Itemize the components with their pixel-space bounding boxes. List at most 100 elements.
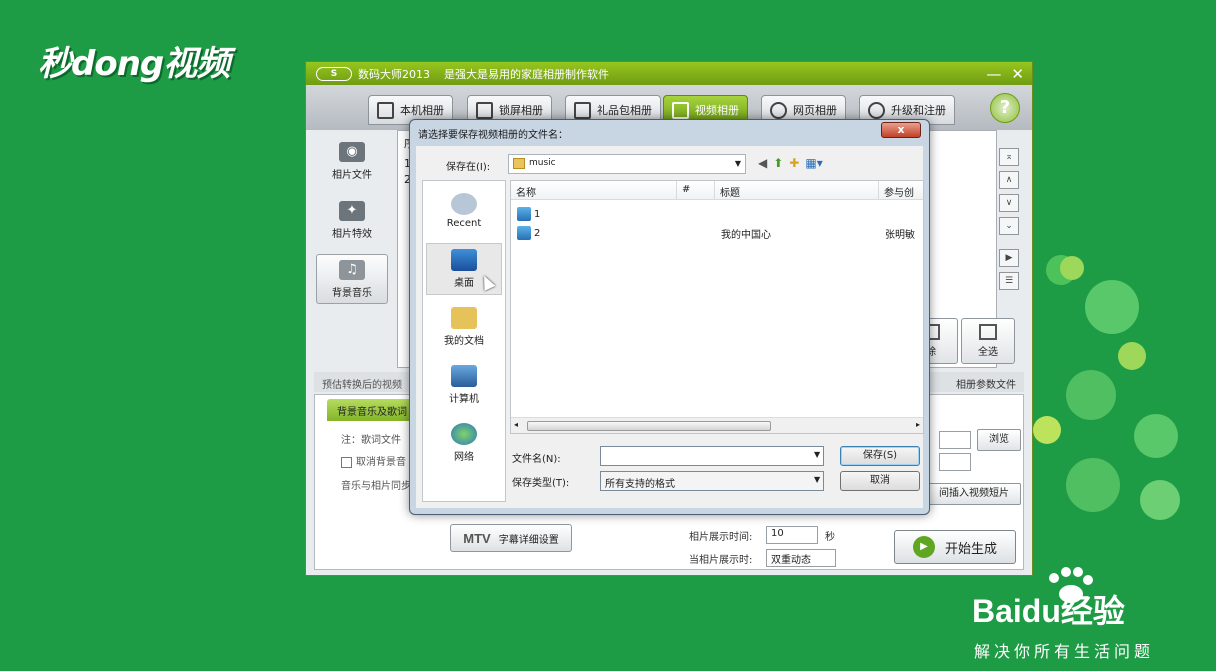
decor-circle [1134, 414, 1178, 458]
nav-photo-files[interactable]: ◉ 相片文件 [316, 136, 388, 186]
monitor-icon [476, 101, 493, 119]
network-globe-icon [451, 423, 477, 445]
person-icon [377, 101, 394, 119]
column-number[interactable]: # [677, 181, 715, 200]
decor-circle [1033, 416, 1061, 444]
dialog-toolbar: ◀ ⬆ ✚ ▦▾ [758, 156, 823, 170]
mtv-subtitle-settings-button[interactable]: MTV 字幕详细设置 [450, 524, 572, 552]
lyrics-note: 注：歌词文件 [341, 435, 401, 446]
nav-background-music[interactable]: ♫ 背景音乐 [316, 254, 388, 304]
minimize-button[interactable]: — [986, 65, 1001, 83]
option-select[interactable] [939, 453, 971, 471]
up-folder-icon[interactable]: ⬆ [773, 156, 783, 170]
display-time-input[interactable]: 10 [766, 526, 818, 544]
scrollbar-thumb[interactable] [527, 421, 771, 431]
column-title[interactable]: 标题 [715, 181, 879, 200]
view-menu-icon[interactable]: ▦▾ [805, 156, 822, 170]
decor-circle [1060, 256, 1084, 280]
horizontal-scrollbar[interactable]: ◂ ▸ [511, 417, 923, 433]
save-dialog: 请选择要保存视频相册的文件名： x 保存在(I): music ▼ ◀ ⬆ ✚ … [409, 119, 930, 515]
column-name[interactable]: 名称 [511, 181, 677, 200]
back-icon[interactable]: ◀ [758, 156, 767, 170]
column-artist[interactable]: 参与创 [879, 181, 923, 200]
scroll-right-icon[interactable]: ▸ [916, 420, 920, 429]
watermark-logo: 秒dong视频 [38, 44, 230, 84]
filename-input[interactable] [600, 446, 824, 466]
chevron-down-icon[interactable]: ▼ [814, 475, 820, 484]
title-bar: S 数码大师2013 是强大是易用的家庭相册制作软件 — ✕ [306, 62, 1032, 85]
new-folder-icon[interactable]: ✚ [789, 156, 799, 170]
play-button[interactable]: ▶ [999, 249, 1019, 267]
recent-icon [451, 193, 477, 215]
move-up-button[interactable]: ∧ [999, 171, 1019, 189]
estimate-label: 预估转换后的视频 [322, 380, 402, 391]
nav-photo-effects[interactable]: ✦ 相片特效 [316, 195, 388, 245]
help-button[interactable]: ? [990, 93, 1020, 123]
save-button[interactable]: 保存(S) [840, 446, 920, 466]
baidu-paw-icon [1049, 567, 1093, 603]
filetype-select[interactable]: 所有支持的格式 [600, 471, 824, 491]
app-logo-icon: S [316, 66, 352, 81]
path-input[interactable] [939, 431, 971, 449]
file-row[interactable]: 2 我的中国心 张明敏 [517, 224, 917, 242]
decor-circle [1066, 458, 1120, 512]
file-list[interactable]: 名称 # 标题 参与创 1 2 我的中国心 张明敏 ◂ ▸ [510, 180, 924, 434]
mp3-file-icon [517, 226, 531, 240]
cancel-bgm-checkbox[interactable]: 取消背景音 [341, 453, 406, 468]
close-button[interactable]: ✕ [1011, 65, 1024, 83]
place-recent[interactable]: Recent [426, 185, 502, 237]
documents-folder-icon [451, 307, 477, 329]
mp3-file-icon [517, 207, 531, 221]
grid-icon [979, 324, 997, 340]
dialog-close-button[interactable]: x [881, 122, 921, 138]
seconds-label: 秒 [825, 532, 835, 543]
gift-icon [574, 101, 591, 119]
file-title: 我的中国心 [721, 230, 771, 241]
details-button[interactable]: ☰ [999, 272, 1019, 290]
checkbox-box [341, 456, 352, 468]
tab-bgm-lyrics[interactable]: 背景音乐及歌词 [327, 399, 417, 421]
album-params-dropdown[interactable]: 相册参数文件 [956, 376, 1016, 391]
baidu-slogan: 解决你所有生活问题 [974, 642, 1155, 661]
chevron-down-icon[interactable]: ▼ [814, 450, 820, 459]
cancel-button[interactable]: 取消 [840, 471, 920, 491]
mtv-label: MTV [463, 530, 491, 546]
left-nav: ◉ 相片文件 ✦ 相片特效 ♫ 背景音乐 [313, 130, 391, 368]
save-in-combo[interactable]: music ▼ [508, 154, 746, 174]
place-computer[interactable]: 计算机 [426, 359, 502, 411]
move-top-button[interactable]: ⌅ [999, 148, 1019, 166]
file-name: 2 [517, 226, 540, 240]
scroll-left-icon[interactable]: ◂ [514, 420, 518, 429]
computer-icon [451, 365, 477, 387]
app-title: 数码大师2013 [358, 67, 430, 81]
play-icon: ▶ [912, 536, 935, 558]
decor-circle [1140, 480, 1180, 520]
file-row[interactable]: 1 [517, 205, 917, 223]
filename-label: 文件名(N): [512, 454, 561, 465]
dialog-body: 保存在(I): music ▼ ◀ ⬆ ✚ ▦▾ Recent 桌面 我的文档 [416, 146, 924, 508]
browser-icon [770, 101, 787, 119]
film-icon [672, 101, 689, 119]
app-slogan: 是强大是易用的家庭相册制作软件 [444, 67, 609, 81]
browse-button[interactable]: 浏览 [977, 429, 1021, 451]
desktop-icon [451, 249, 477, 271]
place-documents[interactable]: 我的文档 [426, 301, 502, 353]
display-time-label: 相片展示时间: [689, 532, 753, 543]
folder-icon [513, 158, 525, 169]
places-bar: Recent 桌面 我的文档 计算机 网络 [422, 180, 506, 502]
place-network[interactable]: 网络 [426, 417, 502, 469]
start-generate-button[interactable]: ▶ 开始生成 [894, 530, 1016, 564]
camera-icon: ◉ [339, 141, 365, 162]
move-bottom-button[interactable]: ⌄ [999, 217, 1019, 235]
effects-icon: ✦ [339, 200, 365, 221]
move-down-button[interactable]: ∨ [999, 194, 1019, 212]
save-in-label: 保存在(I): [446, 162, 491, 173]
filetype-label: 保存类型(T): [512, 478, 570, 489]
file-artist: 张明敏 [885, 230, 915, 241]
sync-label: 音乐与相片同步 [341, 481, 411, 492]
select-all-button[interactable]: 全选 [961, 318, 1015, 364]
list-order-controls: ⌅ ∧ ∨ ⌄ ▶ ☰ [999, 148, 1023, 295]
file-name: 1 [517, 207, 540, 221]
when-display-select[interactable]: 双重动态 [766, 549, 836, 567]
insert-video-button[interactable]: 间插入视频短片 [927, 483, 1021, 505]
